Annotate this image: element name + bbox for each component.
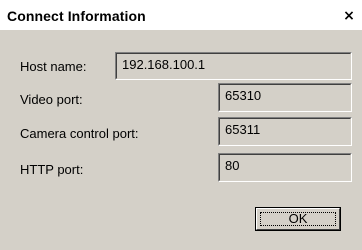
connect-information-dialog: Connect Information × Host name: 192.168…	[0, 0, 362, 250]
video-port-field[interactable]: 65310	[218, 83, 352, 112]
window-title: Connect Information	[7, 8, 146, 24]
http-port-label: HTTP port:	[20, 162, 84, 177]
host-name-field[interactable]: 192.168.100.1	[115, 52, 352, 80]
video-port-label: Video port:	[20, 92, 83, 107]
ok-button-label: OK	[288, 211, 308, 226]
close-icon[interactable]: ×	[342, 9, 356, 23]
camera-control-port-field[interactable]: 65311	[218, 117, 352, 146]
camera-control-port-label: Camera control port:	[20, 126, 139, 141]
ok-button[interactable]: OK	[255, 207, 341, 231]
video-port-value: 65310	[225, 88, 262, 103]
camera-control-port-value: 65311	[225, 122, 261, 137]
http-port-value: 80	[225, 158, 240, 173]
host-name-label: Host name:	[20, 59, 87, 74]
title-bar: Connect Information ×	[0, 0, 362, 30]
http-port-field[interactable]: 80	[218, 153, 352, 182]
host-name-value: 192.168.100.1	[122, 57, 206, 72]
